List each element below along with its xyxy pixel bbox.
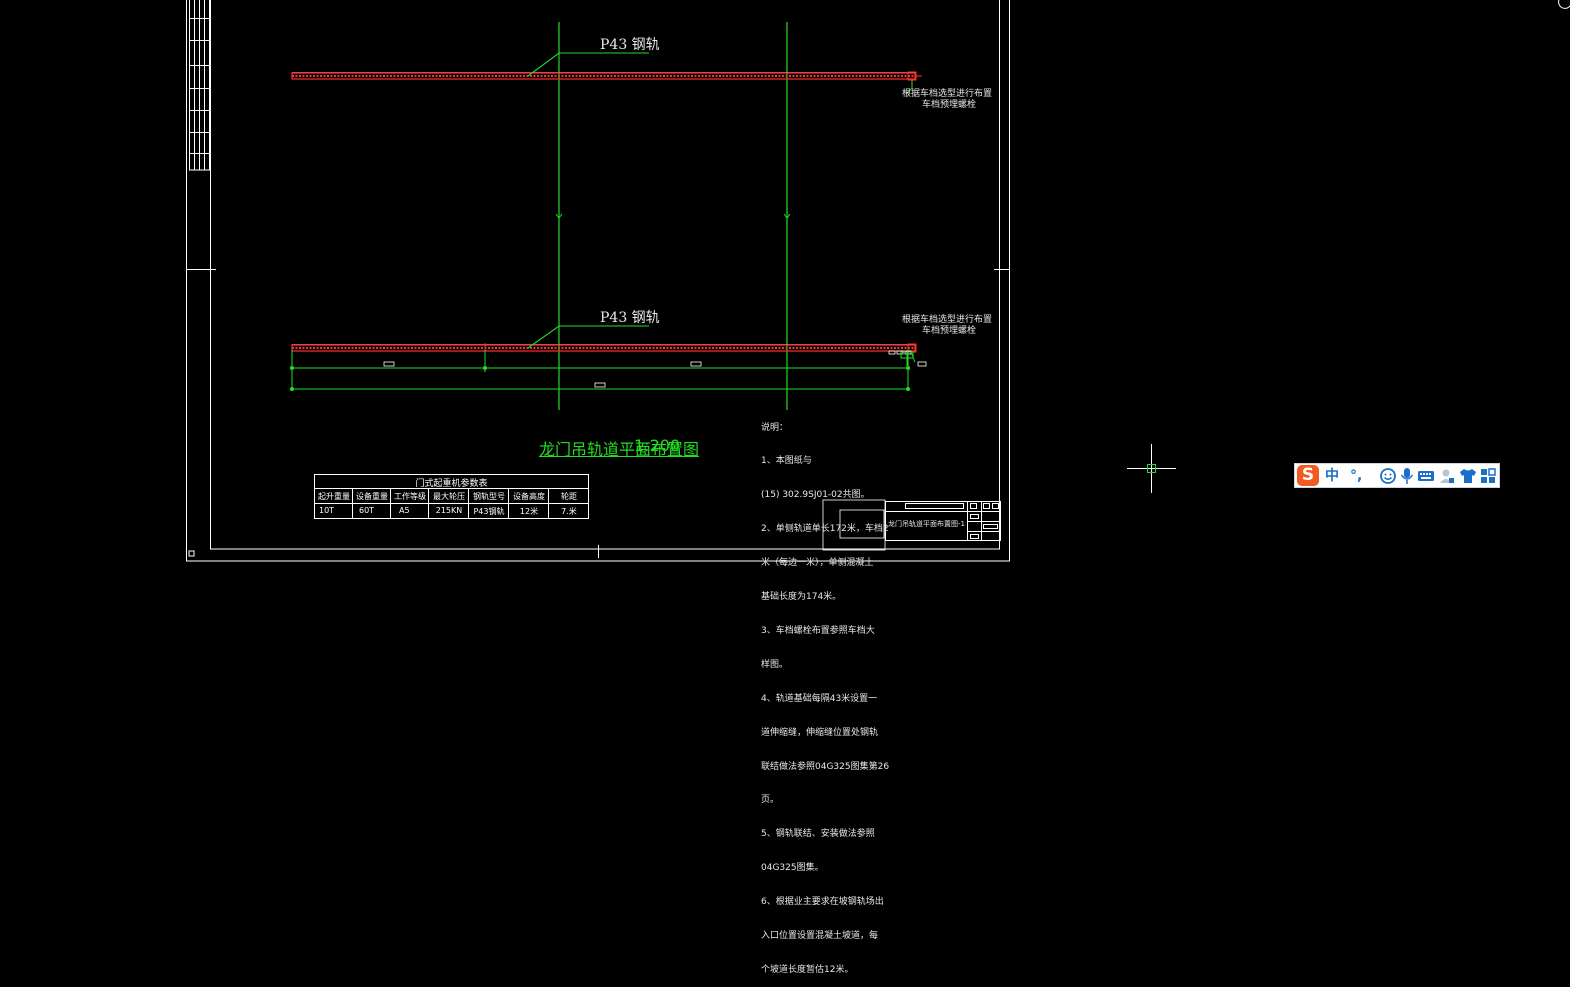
crane-table-header: 工作等级 (394, 492, 426, 501)
layout-title-scale: 1:200 (634, 436, 681, 455)
rail-label-bottom: P43 钢轨 (600, 310, 660, 326)
microphone-icon[interactable] (1399, 467, 1415, 485)
anchor-note-bottom: 根据车档选型进行布置 车档预埋螺栓 (902, 315, 993, 336)
crane-table-header: 最大轮压 (433, 492, 465, 501)
emoji-icon[interactable] (1379, 467, 1397, 485)
crane-table-header: 设备高度 (513, 492, 545, 501)
ime-punctuation-toggle[interactable]: °, (1350, 467, 1362, 485)
shirt-icon[interactable] (1459, 467, 1477, 485)
crane-table-cell: P43钢轨 (473, 507, 505, 516)
rail-bottom[interactable] (291, 343, 917, 353)
crane-table-cell: 10T (319, 506, 335, 515)
crane-table-title: 门式起重机参数表 (415, 479, 488, 489)
crane-table-header: 钢轨型号 (473, 492, 505, 501)
ime-logo-icon[interactable]: S (1297, 465, 1319, 486)
sheet-title: 龙门吊轨道平面布置图-1 (888, 520, 965, 528)
keyboard-icon[interactable] (1417, 467, 1435, 485)
grid-icon[interactable] (1480, 467, 1496, 485)
crane-table-header: 起升重量 (318, 492, 350, 501)
dimension-lines (291, 350, 909, 391)
rail-top[interactable] (291, 71, 922, 81)
crane-table-cell: 7.米 (561, 507, 577, 516)
anchor-note-top: 根据车档选型进行布置 车档预埋螺栓 (902, 89, 993, 110)
rail-label-top: P43 钢轨 (600, 37, 660, 53)
crane-table-cell: 215KN (435, 506, 463, 515)
ime-toolbar[interactable]: S 中 °, (1294, 463, 1500, 488)
crane-table-cell: 12米 (519, 507, 539, 516)
user-icon[interactable] (1439, 467, 1455, 485)
crane-table-cell: 60T (359, 506, 375, 515)
crane-table-header: 轮距 (561, 492, 577, 501)
revision-strip (189, 0, 210, 171)
crane-table-header: 设备重量 (356, 492, 388, 501)
ime-mode-toggle[interactable]: 中 (1325, 467, 1339, 485)
crane-table-cell: A5 (399, 506, 410, 515)
design-notes: 说明： 1、本图纸与 (15) 302.9SJ01-02共图。 2、单侧轨道单长… (761, 422, 890, 975)
cad-crosshair-cursor (1127, 444, 1176, 493)
